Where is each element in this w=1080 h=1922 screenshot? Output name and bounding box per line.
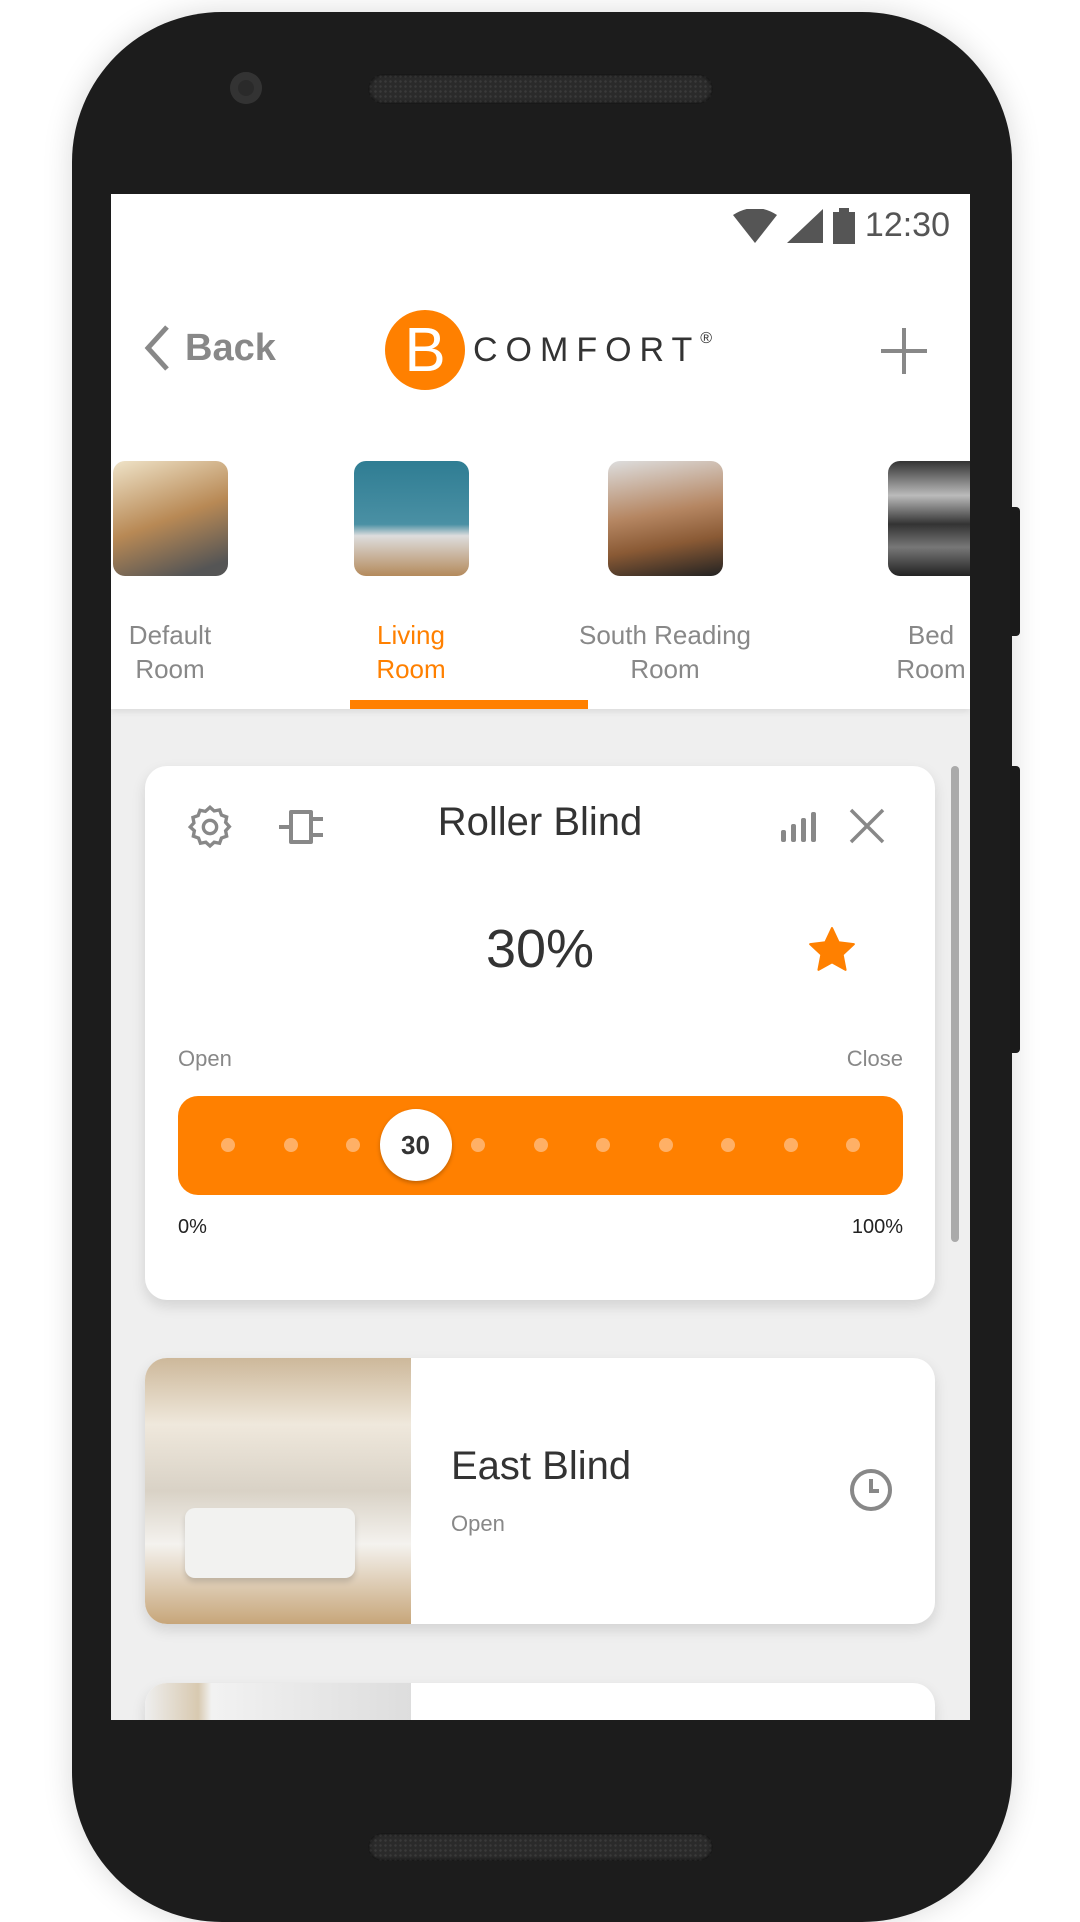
bottom-speaker bbox=[368, 1833, 713, 1861]
device-name: East Blind bbox=[451, 1444, 632, 1488]
slider-thumb[interactable]: 30 bbox=[379, 1109, 452, 1181]
room-thumbnail bbox=[112, 461, 228, 576]
slider-tick bbox=[846, 1138, 860, 1152]
close-label: Close bbox=[846, 1046, 903, 1071]
back-button[interactable]: Back bbox=[143, 324, 276, 372]
roller-blind-card: Roller Blind 30% Open Close 30 0% 100% bbox=[145, 766, 935, 1300]
slider-tick bbox=[721, 1138, 735, 1152]
room-thumbnail bbox=[607, 461, 723, 576]
min-label: 0% bbox=[178, 1216, 207, 1238]
power-button bbox=[1010, 507, 1020, 636]
slider-tick bbox=[783, 1138, 798, 1152]
room-label: Living Room bbox=[376, 620, 446, 684]
slider-tick bbox=[471, 1138, 485, 1152]
room-label: Default Room bbox=[128, 620, 212, 684]
plus-icon[interactable] bbox=[881, 328, 927, 374]
slider-tick bbox=[533, 1138, 548, 1152]
battery-icon bbox=[832, 207, 855, 244]
room-label: South Reading Room bbox=[578, 620, 752, 684]
slider-tick bbox=[221, 1138, 235, 1152]
front-camera bbox=[230, 72, 262, 104]
active-tab-indicator bbox=[350, 700, 588, 709]
slider-tick bbox=[283, 1138, 298, 1152]
cell-signal-icon bbox=[786, 208, 823, 243]
open-label: Open bbox=[178, 1046, 232, 1071]
volume-button bbox=[1010, 766, 1020, 1053]
room-tab-south-reading[interactable]: South Reading Room bbox=[565, 461, 765, 686]
back-label: Back bbox=[185, 326, 276, 369]
wifi-icon bbox=[732, 208, 777, 243]
clock-icon[interactable] bbox=[849, 1468, 893, 1512]
room-tab-living[interactable]: Living Room bbox=[326, 461, 496, 686]
screen: 12:30 Back B COMFORT ® Default Room Livin… bbox=[111, 194, 970, 1720]
top-speaker bbox=[368, 74, 713, 104]
logo-text: COMFORT bbox=[473, 330, 701, 369]
device-status: Open bbox=[451, 1511, 505, 1536]
status-time: 12:30 bbox=[864, 206, 950, 244]
position-slider[interactable]: 30 bbox=[178, 1096, 903, 1195]
max-label: 100% bbox=[851, 1216, 903, 1238]
device-card[interactable] bbox=[145, 1683, 935, 1720]
scrollbar[interactable] bbox=[951, 766, 959, 1242]
status-bar: 12:30 bbox=[732, 206, 950, 245]
room-tab-default[interactable]: Default Room bbox=[111, 461, 255, 686]
logo: B COMFORT ® bbox=[385, 310, 712, 390]
logo-registered: ® bbox=[700, 330, 713, 347]
device-image bbox=[145, 1358, 411, 1624]
room-thumbnail bbox=[353, 461, 469, 576]
logo-badge: B bbox=[385, 310, 465, 390]
device-card-east-blind[interactable]: East Blind Open bbox=[145, 1358, 935, 1624]
room-thumbnail bbox=[888, 461, 970, 576]
device-image bbox=[145, 1683, 411, 1720]
slider-tick bbox=[596, 1138, 610, 1152]
close-icon[interactable] bbox=[849, 808, 885, 844]
slider-tick bbox=[658, 1138, 673, 1152]
room-tab-bed[interactable]: Bed Room bbox=[846, 461, 970, 686]
signal-bars-icon bbox=[781, 812, 816, 842]
star-icon[interactable] bbox=[807, 926, 857, 974]
slider-tick bbox=[346, 1138, 360, 1152]
room-label: Bed Room bbox=[896, 620, 966, 684]
chevron-left-icon bbox=[144, 325, 169, 371]
